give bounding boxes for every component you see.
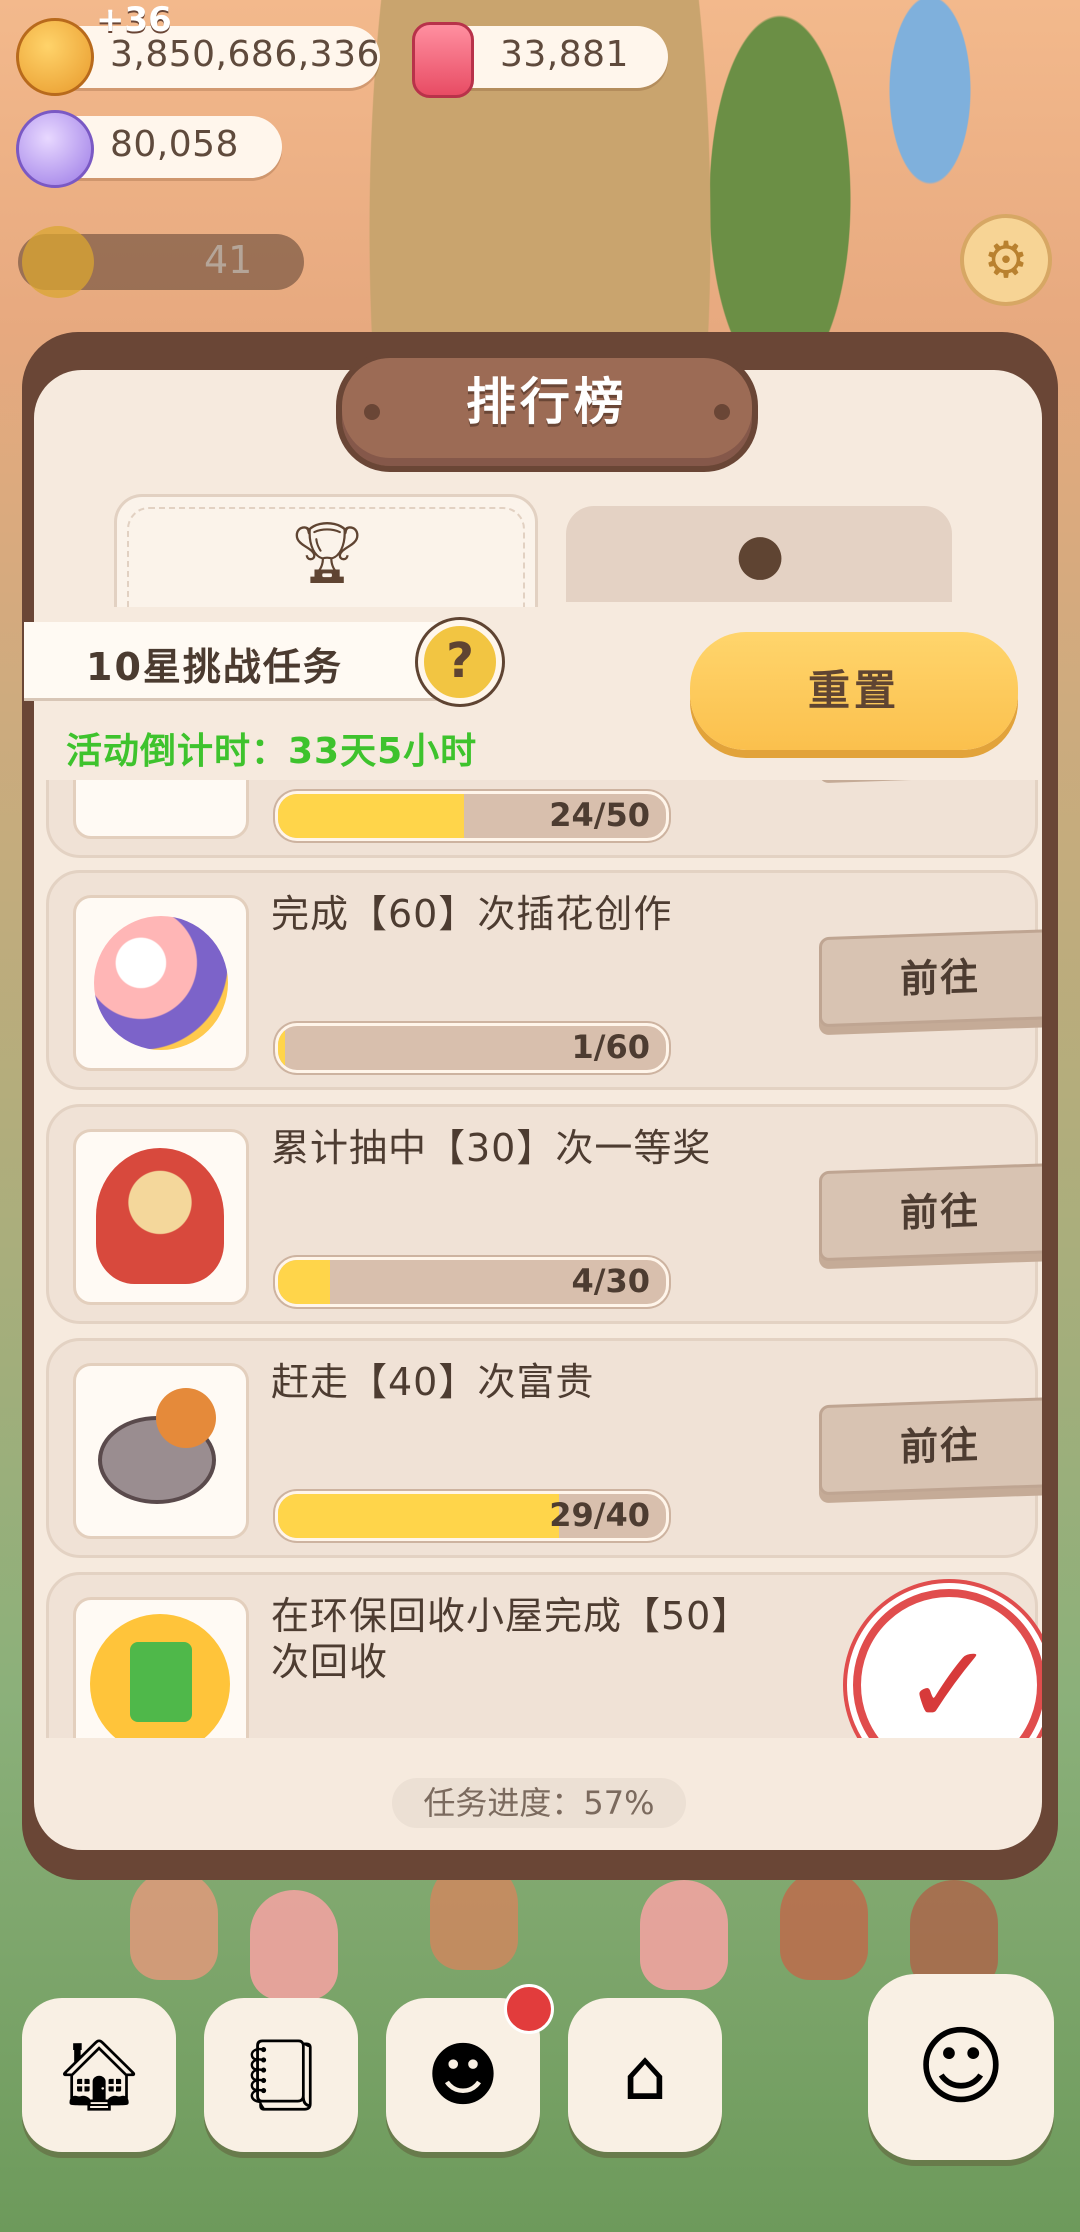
progress-text: 1/60 <box>571 1028 650 1066</box>
countdown-text: 活动倒计时：33天5小时 <box>66 731 478 772</box>
progress-text: 29/40 <box>549 1496 650 1534</box>
mushroom-hammer-icon <box>156 1388 216 1448</box>
sun-value: 41 <box>204 238 253 282</box>
shop-icon: ⌂ <box>622 2034 668 2116</box>
cookie-coin-icon <box>16 18 94 96</box>
progress-text: 4/30 <box>571 1262 650 1300</box>
go-button[interactable]: 前往 <box>819 1396 1042 1496</box>
nav-shop-button[interactable]: ⌂ <box>568 1998 722 2152</box>
go-button[interactable]: 前往 <box>819 1162 1042 1262</box>
progress-bar: 1/60 <box>275 1023 669 1073</box>
notification-dot <box>504 1984 554 2034</box>
reset-button[interactable]: 重置 <box>690 632 1018 750</box>
progress-bar: 4/30 <box>275 1257 669 1307</box>
gingerbread-character <box>250 1890 338 2000</box>
task-icon-box <box>73 780 249 839</box>
task-icon-box <box>73 1129 249 1305</box>
help-button[interactable]: ? <box>418 620 502 704</box>
task-icon-box <box>73 1363 249 1539</box>
progress-fill <box>278 1494 560 1538</box>
task-title: 累计抽中【30】次一等奖 <box>271 1126 712 1170</box>
modal-title: 排行榜 <box>466 373 628 431</box>
task-list[interactable]: 24/50 完成【60】次插花创作 1/60 前往 累计抽中【30】次一等奖 4… <box>34 780 1042 1738</box>
task-title: 赶走【40】次富贵 <box>271 1360 595 1404</box>
trophy-icon: 🏆︎ <box>289 518 366 588</box>
progress-text: 24/50 <box>549 796 650 834</box>
task-icon-box <box>73 895 249 1071</box>
gingerbread-character <box>130 1870 218 1980</box>
completed-stamp-icon: ✓ <box>853 1589 1042 1738</box>
task-card-1: 完成【60】次插花创作 1/60 前往 <box>46 870 1042 1090</box>
progress-fill <box>278 1026 285 1070</box>
tab-mushroom[interactable]: ● <box>566 506 952 602</box>
progress-fill <box>278 1260 330 1304</box>
candle-icon <box>412 22 474 98</box>
nav-pet-button[interactable]: ☺ <box>868 1974 1054 2160</box>
gingerbread-character <box>640 1880 728 1990</box>
flower-icon <box>94 916 228 1050</box>
task-icon-box <box>73 1597 249 1738</box>
task-title: 完成【60】次插花创作 <box>271 892 673 936</box>
task-card-3: 赶走【40】次富贵 29/40 前往 <box>46 1338 1042 1558</box>
chef-icon: ☻ <box>426 2034 500 2116</box>
gem-value: 80,058 <box>110 124 239 165</box>
progress-bar: 24/50 <box>275 791 669 841</box>
notebook-icon: 📒︎ <box>236 2034 326 2116</box>
candle-value: 33,881 <box>500 34 629 75</box>
progress-bar: 29/40 <box>275 1491 669 1541</box>
task-progress-summary: 任务进度：57% <box>392 1778 686 1828</box>
coin-value: 3,850,686,336 <box>110 34 380 75</box>
progress-fill <box>278 794 465 838</box>
nav-house-button[interactable]: 🏠︎ <box>22 1998 176 2152</box>
nav-notebook-button[interactable]: 📒︎ <box>204 1998 358 2152</box>
settings-gear-icon[interactable]: ⚙ <box>960 214 1052 306</box>
recycle-bin-icon <box>90 1614 230 1738</box>
gingerbread-character <box>780 1870 868 1980</box>
pet-icon: ☺ <box>916 2017 1006 2117</box>
coin-bonus: +36 <box>96 0 172 40</box>
mushroom-icon: ● <box>735 522 785 587</box>
task-card-2: 累计抽中【30】次一等奖 4/30 前往 <box>46 1104 1042 1324</box>
lottery-machine-icon <box>96 1148 224 1284</box>
tab-trophy[interactable]: 🏆︎ <box>114 494 538 607</box>
task-title: 在环保回收小屋完成【50】次回收 <box>271 1594 751 1684</box>
task-card-0: 24/50 <box>46 780 1038 858</box>
candy-gem-icon <box>16 110 94 188</box>
sun-icon <box>22 226 94 298</box>
go-button[interactable]: 前往 <box>819 928 1042 1028</box>
task-card-4: 在环保回收小屋完成【50】次回收 ✓ <box>46 1572 1042 1738</box>
house-icon: 🏠︎ <box>54 2034 144 2116</box>
task-label: 10星挑战任务 <box>86 645 343 689</box>
